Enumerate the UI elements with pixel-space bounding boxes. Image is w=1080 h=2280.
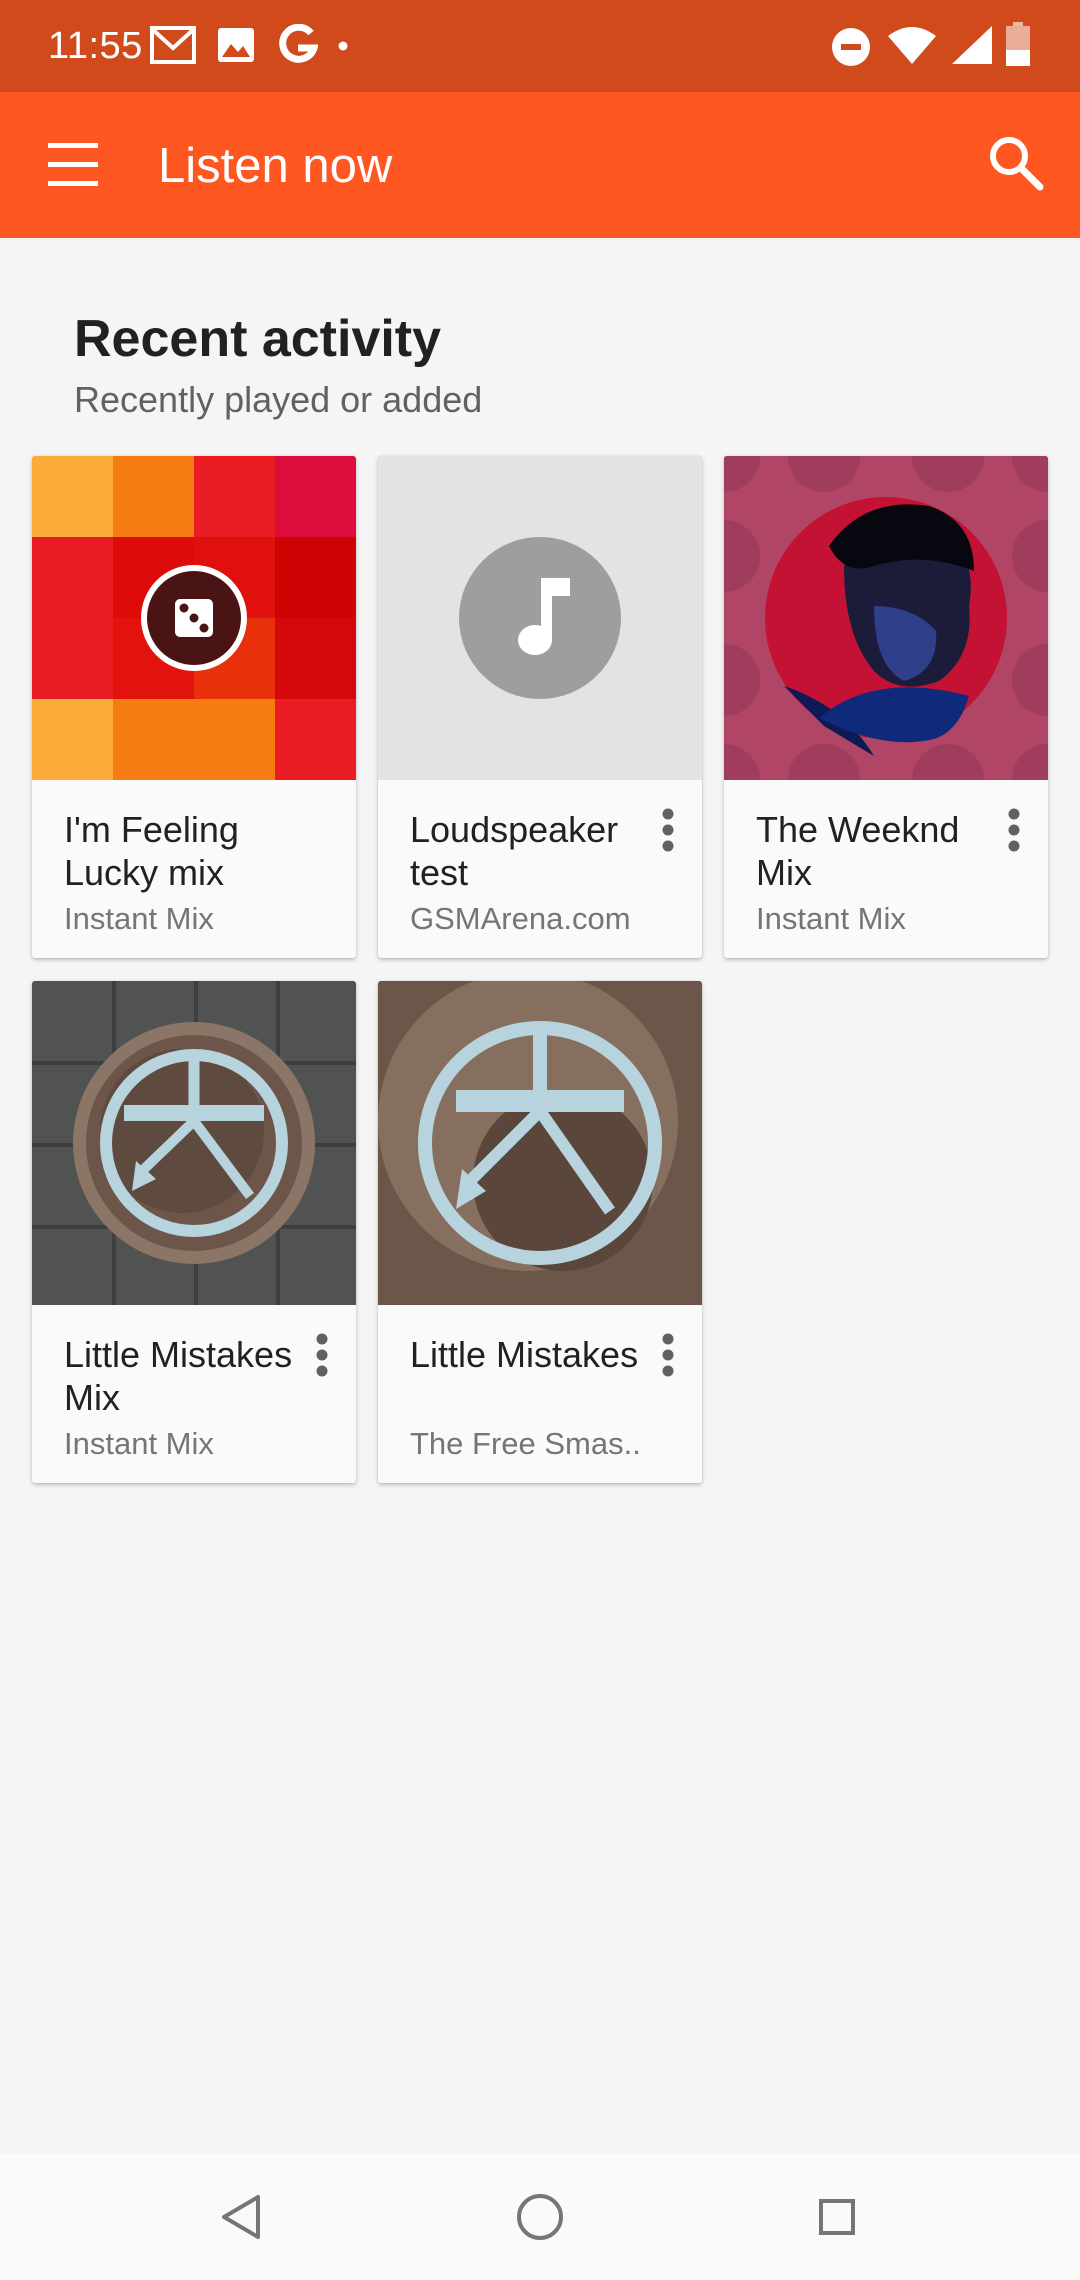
search-icon — [990, 137, 1044, 191]
status-time: 11:55 — [48, 25, 143, 67]
google-icon — [279, 24, 318, 63]
card-art-album-cover — [378, 981, 702, 1305]
card-feeling-lucky-mix[interactable]: I'm Feeling Lucky mix Instant Mix — [32, 456, 356, 958]
hamburger-menu-icon — [48, 143, 98, 186]
card-subtitle: The Free Smas.. — [410, 1426, 641, 1461]
more-vert-icon — [316, 1333, 328, 1377]
more-vert-icon — [662, 808, 674, 852]
app-bar: Listen now — [0, 92, 1080, 238]
card-subtitle: Instant Mix — [756, 901, 906, 936]
gmail-icon — [150, 26, 196, 64]
card-little-mistakes-mix[interactable]: Little Mistakes Mix Instant Mix — [32, 981, 356, 1483]
signal-icon — [952, 26, 992, 64]
card-art-artist-portrait — [724, 456, 1048, 780]
back-triangle-icon — [222, 2195, 260, 2239]
card-loudspeaker-test[interactable]: Loudspeaker test GSMArena.com — [378, 456, 702, 958]
recents-button[interactable] — [797, 2177, 877, 2257]
card-art-dice-mosaic — [32, 456, 356, 780]
menu-button[interactable] — [30, 117, 126, 213]
card-subtitle: Instant Mix — [64, 1426, 214, 1461]
section-title: Recent activity — [74, 310, 442, 368]
card-title: I'm Feeling Lucky mix — [64, 809, 239, 893]
album-cover-image — [73, 1022, 315, 1264]
card-title: Little Mistakes Mix — [64, 1334, 293, 1418]
card-art-music-note — [378, 456, 702, 780]
back-button[interactable] — [202, 2177, 282, 2257]
card-title: Loudspeaker test — [410, 809, 619, 893]
more-vert-icon — [662, 1333, 674, 1377]
card-art-album-cover-circle — [32, 981, 356, 1305]
home-circle-icon — [517, 2194, 563, 2240]
card-title: The Weeknd Mix — [756, 809, 960, 893]
battery-icon — [1006, 22, 1030, 66]
card-overflow-button[interactable] — [984, 792, 1044, 872]
card-overflow-button[interactable] — [638, 1317, 698, 1397]
do-not-disturb-icon — [832, 28, 870, 66]
card-title: Little Mistakes — [410, 1334, 639, 1375]
navigation-bar — [0, 2154, 1080, 2280]
card-subtitle: Instant Mix — [64, 901, 214, 936]
recents-square-icon — [819, 2199, 855, 2235]
card-subtitle: GSMArena.com — [410, 901, 631, 936]
card-the-weeknd-mix[interactable]: The Weeknd Mix Instant Mix — [724, 456, 1048, 958]
notification-dot-icon — [338, 41, 348, 51]
page-title: Listen now — [158, 139, 393, 193]
more-vert-icon — [1008, 808, 1020, 852]
section-subtitle: Recently played or added — [74, 379, 483, 420]
card-overflow-button[interactable] — [638, 792, 698, 872]
music-note-icon — [459, 537, 621, 699]
search-button[interactable] — [968, 117, 1064, 213]
wifi-icon — [888, 27, 936, 64]
card-overflow-button[interactable] — [292, 1317, 352, 1397]
status-bar: 11:55 — [0, 0, 1080, 92]
dice-icon — [141, 565, 247, 671]
image-icon — [218, 28, 254, 62]
card-little-mistakes[interactable]: Little Mistakes The Free Smas.. — [378, 981, 702, 1483]
home-button[interactable] — [500, 2177, 580, 2257]
